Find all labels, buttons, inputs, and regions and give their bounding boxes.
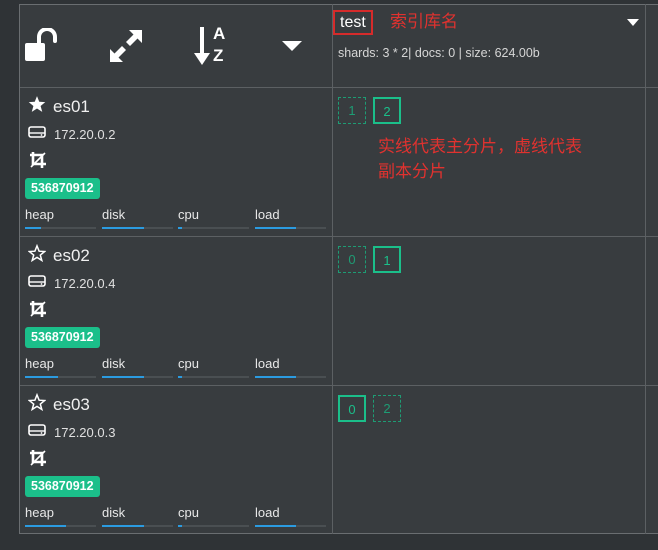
metric-label: load [255, 356, 280, 371]
metric-bar-fill [178, 525, 182, 527]
column-divider [645, 4, 646, 534]
metric-load: load [255, 207, 326, 229]
shard-legend-annotation-line2: 副本分片 [378, 162, 446, 181]
replica-shard[interactable]: 0 [338, 246, 366, 273]
unlock-icon[interactable] [22, 26, 62, 66]
metric-bar [255, 376, 326, 378]
replica-shard[interactable]: 1 [338, 97, 366, 124]
caret-down-icon[interactable] [278, 36, 306, 56]
metric-disk: disk [102, 207, 173, 229]
metric-cpu: cpu [178, 207, 249, 229]
metric-disk: disk [102, 505, 173, 527]
node-name[interactable]: es03 [53, 395, 90, 415]
node-ip: 172.20.0.4 [54, 275, 116, 291]
metric-bar-fill [255, 525, 297, 527]
node-address: 172.20.0.4 [28, 274, 115, 292]
metric-bar-fill [102, 525, 144, 527]
hdd-icon [28, 274, 46, 292]
crop-icon [29, 151, 47, 174]
metric-bar [178, 376, 249, 378]
metric-label: disk [102, 505, 126, 520]
metric-label: cpu [178, 207, 199, 222]
node-badge: 536870912 [25, 178, 100, 199]
metric-bar-fill [25, 376, 59, 378]
metric-bar-fill [102, 227, 144, 229]
metric-bar-fill [25, 227, 41, 229]
index-dropdown-icon[interactable] [627, 14, 639, 32]
star-filled-icon[interactable] [28, 95, 46, 118]
metric-heap: heap [25, 356, 96, 378]
metric-bar [102, 525, 173, 527]
node-address: 172.20.0.3 [28, 423, 115, 441]
metric-bar-fill [102, 376, 144, 378]
metric-bar [25, 376, 96, 378]
replica-shard[interactable]: 2 [373, 395, 401, 422]
metric-label: cpu [178, 505, 199, 520]
node-name[interactable]: es02 [53, 246, 90, 266]
metric-label: load [255, 207, 280, 222]
star-outline-icon[interactable] [27, 243, 47, 267]
metric-bar-fill [178, 227, 182, 229]
node-ip: 172.20.0.2 [54, 126, 116, 142]
expand-icon[interactable] [106, 26, 146, 66]
metric-bar [255, 227, 326, 229]
node-ip: 172.20.0.3 [54, 424, 116, 440]
hdd-icon [28, 423, 46, 441]
metric-bar-fill [178, 376, 182, 378]
metric-cpu: cpu [178, 505, 249, 527]
node-row-es01: es01 172.20.0.2 536870912 heap disk cpu load [20, 88, 332, 236]
metric-load: load [255, 356, 326, 378]
index-name[interactable]: test [333, 10, 373, 35]
metric-label: heap [25, 505, 54, 520]
node-name[interactable]: es01 [53, 97, 90, 117]
crop-icon [29, 300, 47, 323]
metric-heap: heap [25, 505, 96, 527]
metric-label: disk [102, 207, 126, 222]
metric-heap: heap [25, 207, 96, 229]
sort-az-icon[interactable]: A Z [192, 22, 236, 70]
metric-label: cpu [178, 356, 199, 371]
node-address: 172.20.0.2 [28, 125, 115, 143]
metric-bar-fill [25, 525, 67, 527]
shard-legend-annotation-line1: 实线代表主分片，虚线代表 [378, 137, 582, 156]
metric-bar-fill [255, 227, 297, 229]
metric-cpu: cpu [178, 356, 249, 378]
metric-disk: disk [102, 356, 173, 378]
node-badge: 536870912 [25, 476, 100, 497]
primary-shard[interactable]: 1 [373, 246, 401, 273]
primary-shard[interactable]: 0 [338, 395, 366, 422]
metric-bar [25, 525, 96, 527]
metric-bar-fill [255, 376, 297, 378]
metric-bar [178, 227, 249, 229]
metric-label: heap [25, 356, 54, 371]
metric-bar [102, 376, 173, 378]
index-name-annotation: 索引库名 [390, 12, 458, 31]
node-badge: 536870912 [25, 327, 100, 348]
crop-icon [29, 449, 47, 472]
metric-label: load [255, 505, 280, 520]
node-header: es02 [27, 243, 90, 267]
metric-load: load [255, 505, 326, 527]
index-stats: shards: 3 * 2| docs: 0 | size: 624.00b [338, 46, 540, 60]
metric-label: disk [102, 356, 126, 371]
star-outline-icon[interactable] [27, 392, 47, 416]
metric-bar [102, 227, 173, 229]
node-row-es02: es02 172.20.0.4 536870912 heap disk cpu load [20, 237, 332, 385]
metric-label: heap [25, 207, 54, 222]
node-header: es01 [28, 95, 90, 118]
metric-bar [25, 227, 96, 229]
primary-shard[interactable]: 2 [373, 97, 401, 124]
sort-letter-a: A [213, 24, 226, 43]
sort-letter-z: Z [213, 46, 224, 65]
metric-bar [255, 525, 326, 527]
hdd-icon [28, 125, 46, 143]
column-divider [332, 4, 333, 534]
metric-bar [178, 525, 249, 527]
node-header: es03 [27, 392, 90, 416]
node-row-es03: es03 172.20.0.3 536870912 heap disk cpu load [20, 386, 332, 534]
